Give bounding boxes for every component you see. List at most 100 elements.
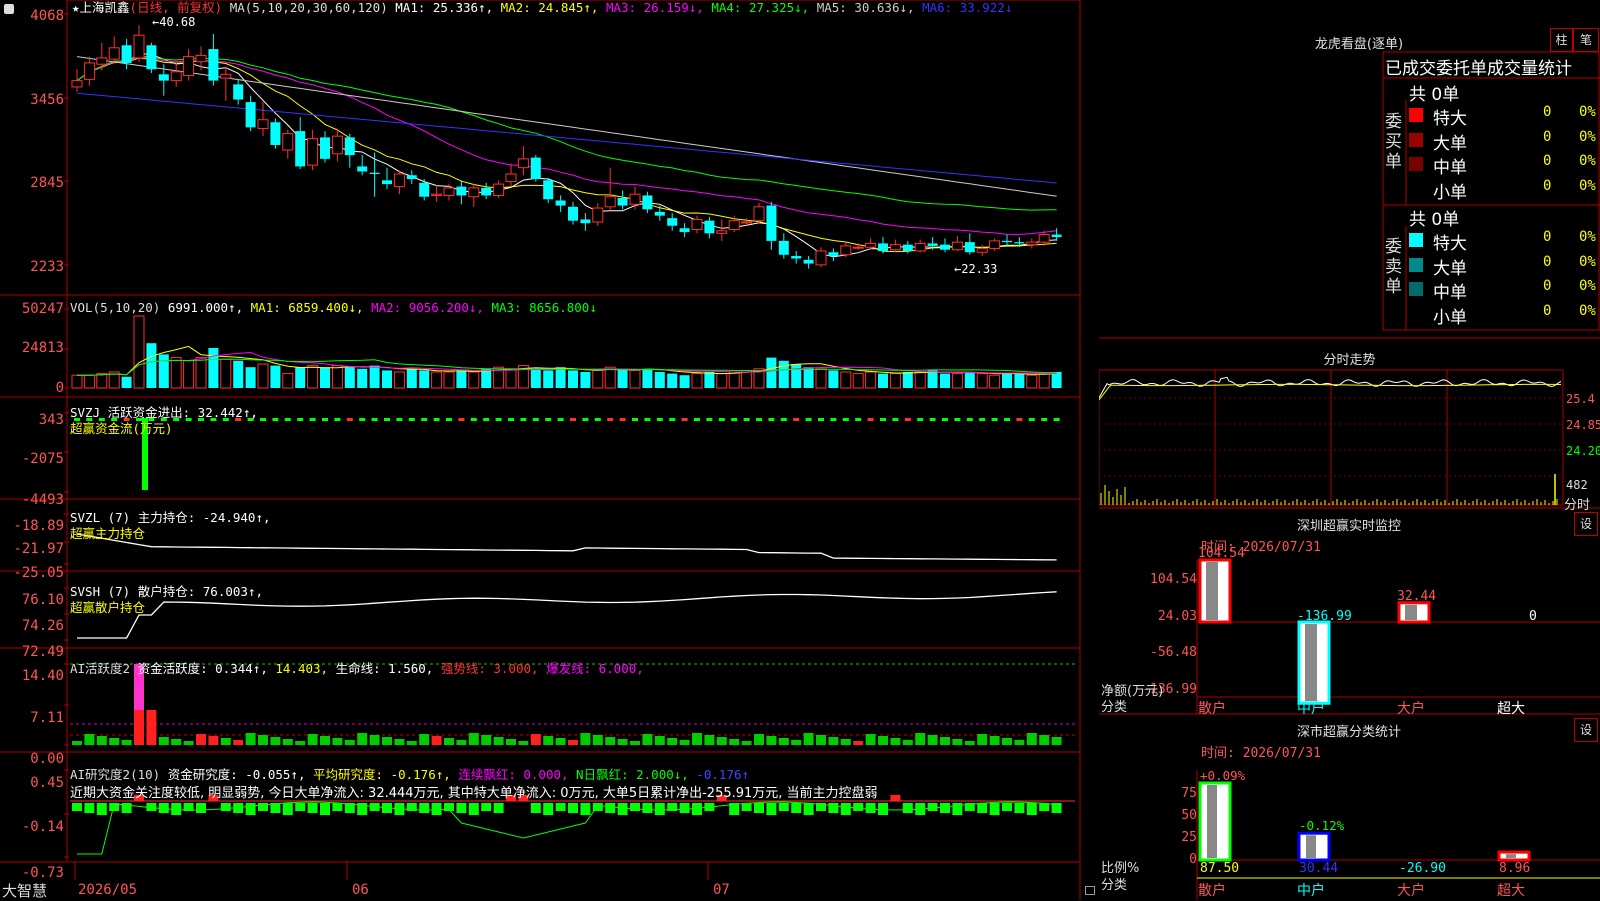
sz-monitor-tick: 104.54 <box>1150 572 1197 587</box>
activity-bar <box>146 710 157 745</box>
volume-bar <box>865 371 877 389</box>
flow-tick <box>731 418 738 421</box>
candle-body <box>195 54 207 63</box>
volume-bar <box>1002 373 1012 388</box>
volume-bar <box>295 367 306 388</box>
candle-body <box>468 187 480 198</box>
candle-body <box>964 242 975 253</box>
flow-tick <box>756 418 762 421</box>
candle-body <box>741 221 753 224</box>
stats-tabs[interactable]: 已成交委托单成交量统计 <box>1385 54 1600 79</box>
sell-side-label: 委卖单 <box>1385 237 1402 297</box>
flow-tick <box>508 418 514 421</box>
candle-body <box>803 259 814 264</box>
candle-body <box>617 197 628 206</box>
flow-tick <box>842 418 849 421</box>
research-bar <box>766 803 777 815</box>
svzl-tick: -18.89 <box>13 518 64 534</box>
volume-bar <box>419 370 430 388</box>
period-tag[interactable]: (日线, 前复权) <box>130 0 223 15</box>
candle-body <box>914 242 926 252</box>
volume-bar <box>1014 373 1025 388</box>
bar-view-button[interactable]: 柱 <box>1550 28 1573 52</box>
star-icon[interactable]: ★ <box>72 0 80 15</box>
activity-bar <box>444 738 454 745</box>
sz-classify-bar-shade <box>1207 785 1217 858</box>
sz-monitor-settings-button[interactable]: 设 <box>1574 512 1598 536</box>
activity-bar <box>977 734 988 745</box>
flow-tick <box>706 418 713 421</box>
volume-bar <box>183 360 195 389</box>
activity-bar <box>1039 735 1050 745</box>
sz-monitor-value-label: -136.99 <box>1297 609 1352 624</box>
intraday-tick: 25.4 <box>1566 392 1595 406</box>
pen-view-button[interactable]: 笔 <box>1573 28 1599 52</box>
flow-tick <box>632 418 638 421</box>
sz-monitor-value-label: 32.44 <box>1397 588 1437 604</box>
order-pct: 0% <box>1579 104 1596 120</box>
activity-bar <box>295 741 306 745</box>
activity-bar <box>568 740 578 745</box>
sz-monitor-title: 深圳超赢实时监控 <box>1296 519 1401 534</box>
candle-body <box>295 131 306 167</box>
activity-bar <box>878 736 888 745</box>
candle-body <box>642 195 653 210</box>
candle-body <box>481 187 492 196</box>
flow-tick <box>1004 418 1010 421</box>
activity-bar <box>642 734 653 745</box>
volume-bar <box>530 368 541 388</box>
sz-classify-value-label: 8.96 <box>1499 861 1531 876</box>
activity-bar <box>456 740 467 745</box>
order-type: 小单 <box>1433 307 1467 328</box>
candle-body <box>815 250 827 266</box>
volume-bar <box>679 375 690 388</box>
volume-bar <box>158 354 169 388</box>
activity-bar <box>940 737 950 745</box>
volume-bar <box>369 365 380 388</box>
flow-tick <box>830 418 837 421</box>
activity-bar <box>258 735 268 745</box>
intraday-tick: 24.85 <box>1566 418 1600 432</box>
color-swatch <box>1409 233 1423 247</box>
ai-research-title-item: 资金研究度: -0.055↑, <box>167 767 314 782</box>
candle-body <box>270 122 281 145</box>
sz-classify-settings-button[interactable]: 设 <box>1574 718 1598 742</box>
sz-classify-time: 时间: 2026/07/31 <box>1201 746 1321 761</box>
candle-body <box>704 220 715 234</box>
flow-tick <box>656 418 663 421</box>
research-bar <box>592 803 603 811</box>
research-bar <box>964 803 975 811</box>
activity-bar <box>989 736 1000 745</box>
research-bar <box>654 803 665 815</box>
activity-bar <box>605 737 616 745</box>
volume-bar <box>555 367 566 388</box>
candle-body <box>245 102 256 128</box>
activity-bar <box>84 734 95 745</box>
activity-bar <box>332 738 343 745</box>
activity-bar <box>729 739 740 745</box>
volume-bar <box>902 372 913 388</box>
volume-bar <box>406 368 417 388</box>
volume-bar <box>170 357 182 389</box>
candle-body <box>307 138 319 166</box>
intraday-title[interactable]: 分时走势 <box>1099 349 1600 368</box>
lock-icon[interactable] <box>1085 886 1095 895</box>
ma-line-1 <box>76 52 1057 258</box>
sz-monitor-x-caption: 分类 <box>1101 700 1128 715</box>
activity-bar <box>481 735 492 745</box>
flow-tick <box>966 418 973 421</box>
sz-classify-tick: 25 <box>1181 830 1197 845</box>
stock-name: 上海凯鑫 <box>79 0 130 15</box>
volume-title-item: 6991.000↑, <box>167 300 251 315</box>
flow-tick <box>371 418 378 421</box>
activity-bar <box>196 734 206 745</box>
main-chart-area[interactable]: ★上海凯鑫(日线, 前复权) MA(5,10,20,30,60,120) MA1… <box>0 0 1100 900</box>
svzj-subtitle: 超赢资金流(万元) <box>70 421 173 436</box>
candle-body <box>83 62 95 80</box>
sz-monitor-bar-shade <box>1305 624 1317 702</box>
candle-body <box>1026 241 1038 246</box>
ai-research-title-item: AI研究度2(10) <box>70 767 168 782</box>
candle-body <box>629 193 641 205</box>
candle-body <box>282 133 294 151</box>
candle-body <box>791 256 802 259</box>
